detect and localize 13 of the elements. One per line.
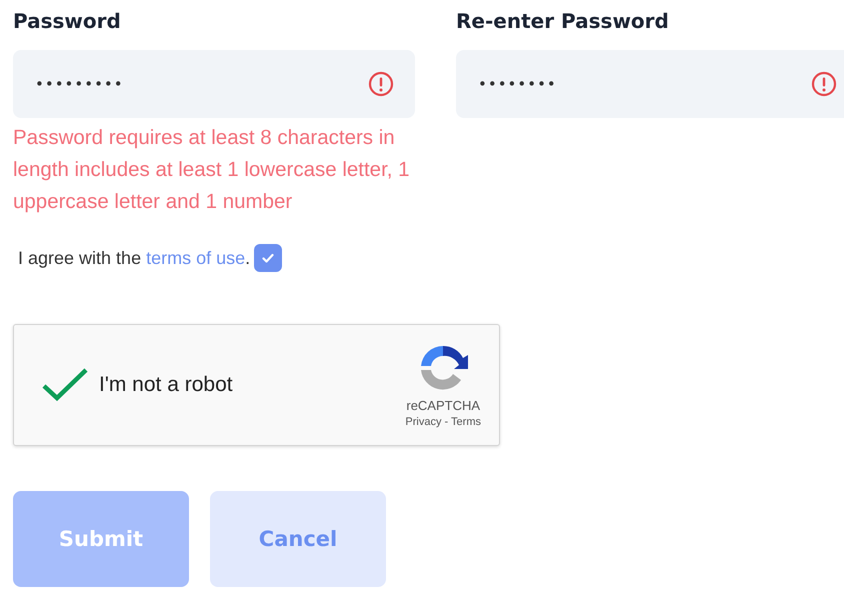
checkbox[interactable] [254,244,282,272]
captcha-label: I'm not a robot [99,373,233,397]
masked-value: •••••••• [478,75,557,93]
masked-value: ••••••••• [35,75,124,93]
password-field[interactable]: •••••••• [456,50,844,118]
field-label: Password [13,8,121,35]
password-field[interactable]: ••••••••• [13,50,415,118]
recaptcha-brand: reCAPTCHA [406,398,480,413]
error-message: Password requires at least 8 characters in length includes at least 1 lowercase letter, 1 uppercase letter and 1 number [13,125,411,215]
privacy-terms-links[interactable]: Privacy - Terms [405,416,481,428]
check-icon[interactable] [41,367,89,403]
agreement-text: I agree with the terms of use. [18,248,250,268]
field-label: Re-enter Password [456,8,669,35]
